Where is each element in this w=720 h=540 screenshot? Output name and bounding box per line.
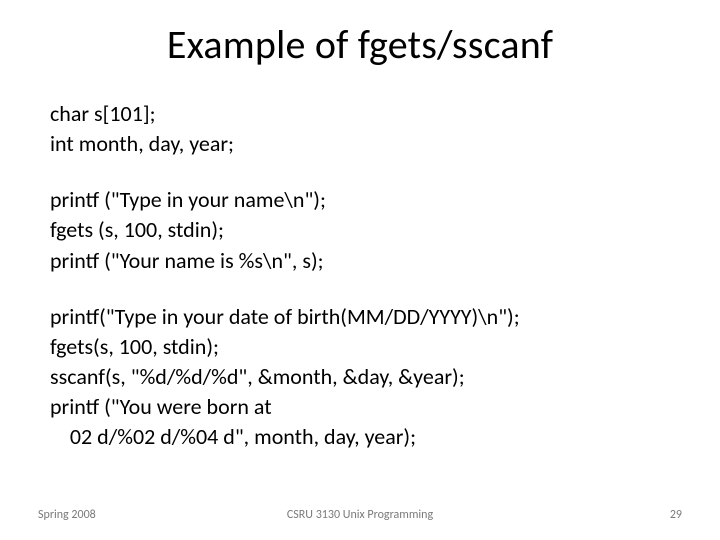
code-line: printf("Type in your date of birth(MM/DD…: [50, 303, 670, 331]
slide: Example of fgets/sscanf char s[101]; int…: [0, 0, 720, 540]
code-line: char s[101];: [50, 100, 670, 128]
code-body: char s[101]; int month, day, year; print…: [50, 100, 670, 454]
code-line: printf ("You were born at: [50, 393, 670, 421]
footer-course: CSRU 3130 Unix Programming: [38, 508, 682, 522]
code-line: 02 d/%02 d/%04 d", month, day, year);: [50, 423, 670, 451]
slide-title: Example of fgets/sscanf: [0, 20, 720, 69]
slide-number: 29: [670, 508, 682, 522]
blank-line: [50, 160, 670, 186]
code-line: printf ("Type in your name\n");: [50, 186, 670, 214]
code-line: printf ("Your name is %s\n", s);: [50, 247, 670, 275]
blank-line: [50, 277, 670, 303]
code-line: sscanf(s, "%d/%d/%d", &month, &day, &yea…: [50, 363, 670, 391]
code-line: fgets(s, 100, stdin);: [50, 333, 670, 361]
code-line: int month, day, year;: [50, 130, 670, 158]
code-line: fgets (s, 100, stdin);: [50, 216, 670, 244]
